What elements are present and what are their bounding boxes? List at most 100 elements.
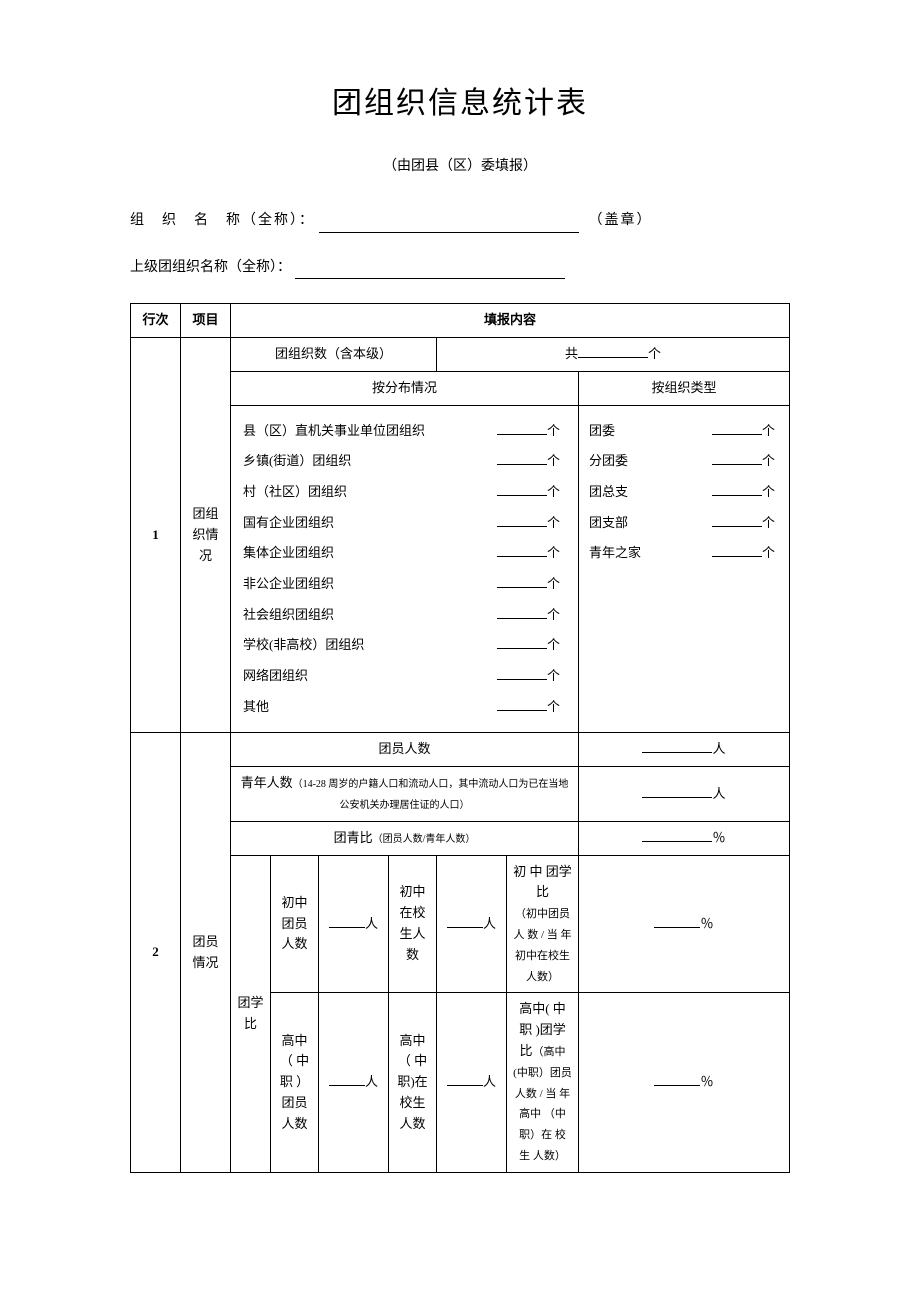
- row2-project: 团员情况: [181, 733, 231, 1172]
- jr-ratio-value: ％: [579, 855, 790, 993]
- sr-student-label: 高中（ 中职)在 校生 人数: [389, 993, 437, 1172]
- sr-student-blank[interactable]: [447, 1072, 483, 1086]
- dist-blank[interactable]: [497, 482, 547, 496]
- jr-ratio-label: 初 中 团学 比: [513, 864, 572, 900]
- row1-project: 团组织情况: [181, 337, 231, 732]
- unit-ge: 个: [547, 515, 560, 530]
- unit-percent: ％: [700, 916, 713, 931]
- dist-blank[interactable]: [497, 513, 547, 527]
- type-blank[interactable]: [712, 543, 762, 557]
- type-blank[interactable]: [712, 482, 762, 496]
- unit-person: 人: [483, 1074, 496, 1089]
- ratio-note: （团员人数/青年人数）: [373, 834, 476, 845]
- table-row: 1 团组织情况 团组织数（含本级） 共个: [131, 337, 790, 371]
- jr-ratio-cell: 初 中 团学 比（初中团员人 数 / 当 年初中在校生人数）: [507, 855, 579, 993]
- main-table: 行次 项目 填报内容 1 团组织情况 团组织数（含本级） 共个 按分布情况 按组…: [130, 303, 790, 1173]
- parent-org-line: 上级团组织名称（全称）：: [130, 257, 790, 279]
- dist-item-label: 乡镇(街道）团组织: [243, 449, 351, 474]
- unit-percent: ％: [700, 1074, 713, 1089]
- unit-ge: 个: [547, 637, 560, 652]
- type-blank[interactable]: [712, 513, 762, 527]
- youth-count-label: 青年人数: [241, 775, 293, 790]
- table-header: 行次 项目 填报内容: [131, 304, 790, 338]
- dist-item-label: 社会组织团组织: [243, 603, 334, 628]
- unit-ge: 个: [547, 576, 560, 591]
- dist-item-label: 学校(非高校）团组织: [243, 633, 364, 658]
- ratio-label: 团青比: [334, 830, 373, 845]
- parent-org-blank[interactable]: [295, 261, 565, 279]
- unit-person: 人: [712, 741, 725, 756]
- type-cell: 团委个 分团委个 团总支个 团支部个 青年之家个: [579, 405, 790, 733]
- dist-blank[interactable]: [497, 574, 547, 588]
- unit-ge: 个: [762, 453, 775, 468]
- unit-ge: 个: [547, 607, 560, 622]
- unit-ge: 个: [547, 484, 560, 499]
- ratio-blank[interactable]: [642, 828, 712, 842]
- row1-num: 1: [131, 337, 181, 732]
- org-count-blank[interactable]: [578, 344, 648, 358]
- unit-person: 人: [365, 916, 378, 931]
- dist-item-label: 村（社区）团组织: [243, 480, 347, 505]
- unit-ge: 个: [762, 423, 775, 438]
- sr-ratio-blank[interactable]: [654, 1072, 700, 1086]
- unit-ge: 个: [762, 515, 775, 530]
- sr-ratio-cell: 高中( 中职 )团学比（高中(中职）团员人数 / 当 年 高中 （中职）在 校 …: [507, 993, 579, 1172]
- dist-item-label: 集体企业团组织: [243, 541, 334, 566]
- youth-count-value: 人: [579, 767, 790, 822]
- header-project: 项目: [181, 304, 231, 338]
- header-row-num: 行次: [131, 304, 181, 338]
- unit-ge: 个: [547, 423, 560, 438]
- by-type-header: 按组织类型: [579, 371, 790, 405]
- member-count-value: 人: [579, 733, 790, 767]
- jr-student-value: 人: [437, 855, 507, 993]
- dist-blank[interactable]: [497, 451, 547, 465]
- dist-blank[interactable]: [497, 666, 547, 680]
- dist-blank[interactable]: [497, 543, 547, 557]
- jr-student-blank[interactable]: [447, 914, 483, 928]
- youth-count-blank[interactable]: [642, 784, 712, 798]
- org-name-label: 组 织 名 称（全称）：: [130, 213, 315, 228]
- type-item-label: 团委: [589, 419, 615, 444]
- type-blank[interactable]: [712, 451, 762, 465]
- unit-person: 人: [483, 916, 496, 931]
- sr-member-blank[interactable]: [329, 1072, 365, 1086]
- org-name-suffix: （盖章）: [589, 213, 653, 228]
- unit-ge: 个: [547, 453, 560, 468]
- jr-member-blank[interactable]: [329, 914, 365, 928]
- dist-blank[interactable]: [497, 635, 547, 649]
- sr-student-value: 人: [437, 993, 507, 1172]
- page-title: 团组织信息统计表: [130, 80, 790, 128]
- sr-member-value: 人: [319, 993, 389, 1172]
- jr-member-value: 人: [319, 855, 389, 993]
- jr-ratio-blank[interactable]: [654, 914, 700, 928]
- type-item-label: 分团委: [589, 449, 628, 474]
- ratio-value: ％: [579, 821, 790, 855]
- unit-ge: 个: [547, 699, 560, 714]
- jr-member-label: 初中团员人数: [271, 855, 319, 993]
- youth-count-note: （14-28 周岁的户籍人口和流动人口，其中流动人口为已在当地公安机关办理居住证…: [293, 779, 569, 811]
- dist-blank[interactable]: [497, 421, 547, 435]
- org-name-blank[interactable]: [319, 215, 579, 233]
- subtitle: （由团县（区）委填报）: [130, 156, 790, 178]
- header-content: 填报内容: [231, 304, 790, 338]
- type-item-label: 团支部: [589, 511, 628, 536]
- member-count-label: 团员人数: [231, 733, 579, 767]
- dist-blank[interactable]: [497, 697, 547, 711]
- sr-ratio-note: （高中(中职）团员人数 / 当 年 高中 （中职）在 校 生 人数）: [513, 1046, 572, 1162]
- sr-member-label: 高中（ 中职 ）团员 人数: [271, 993, 319, 1172]
- org-count-value: 共个: [437, 337, 790, 371]
- dist-item-label: 县（区）直机关事业单位团组织: [243, 419, 425, 444]
- row2-num: 2: [131, 733, 181, 1172]
- unit-percent: ％: [712, 830, 725, 845]
- school-ratio-label: 团学比: [231, 855, 271, 1172]
- type-item-label: 团总支: [589, 480, 628, 505]
- unit-ge: 个: [762, 484, 775, 499]
- type-blank[interactable]: [712, 421, 762, 435]
- by-dist-header: 按分布情况: [231, 371, 579, 405]
- unit-ge: 个: [762, 545, 775, 560]
- member-count-blank[interactable]: [642, 739, 712, 753]
- dist-blank[interactable]: [497, 605, 547, 619]
- dist-cell: 县（区）直机关事业单位团组织个 乡镇(街道）团组织个 村（社区）团组织个 国有企…: [231, 405, 579, 733]
- ratio-cell: 团青比（团员人数/青年人数）: [231, 821, 579, 855]
- youth-count-cell: 青年人数（14-28 周岁的户籍人口和流动人口，其中流动人口为已在当地公安机关办…: [231, 767, 579, 822]
